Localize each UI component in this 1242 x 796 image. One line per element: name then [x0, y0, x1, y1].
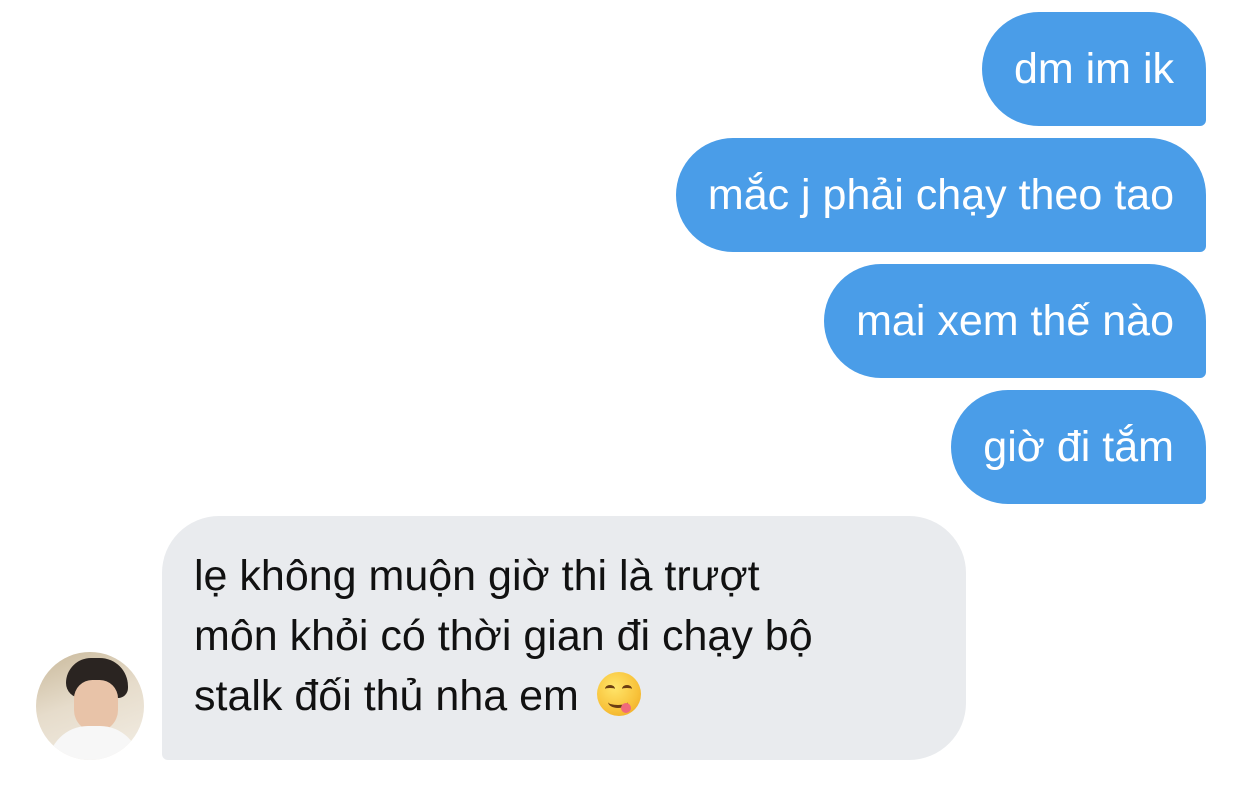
outgoing-message-bubble[interactable]: mắc j phải chạy theo tao	[675, 138, 1206, 252]
avatar-shirt	[48, 726, 140, 760]
message-text: stalk đối thủ nha em	[194, 672, 579, 720]
outgoing-message-bubble[interactable]: mai xem thế nào	[824, 264, 1206, 378]
incoming-message-bubble[interactable]: lẹ không muộn giờ thi là trượt môn khỏi …	[162, 516, 966, 760]
message-text: mai xem thế nào	[856, 296, 1174, 345]
message-line: môn khỏi có thời gian đi chạy bộ	[194, 612, 813, 660]
message-text: dm im ik	[1013, 44, 1174, 93]
outgoing-message-bubble[interactable]: giờ đi tắm	[951, 390, 1206, 504]
message-line: lẹ không muộn giờ thi là trượt	[194, 552, 760, 600]
yum-face-emoji-icon	[596, 672, 641, 716]
message-text: mắc j phải chạy theo tao	[707, 170, 1174, 219]
avatar-face	[74, 680, 118, 732]
message-text: giờ đi tắm	[983, 422, 1174, 471]
message-line-last: stalk đối thủ nha em	[194, 666, 934, 726]
contact-avatar[interactable]	[36, 652, 144, 760]
outgoing-message-bubble[interactable]: dm im ik	[981, 12, 1206, 126]
